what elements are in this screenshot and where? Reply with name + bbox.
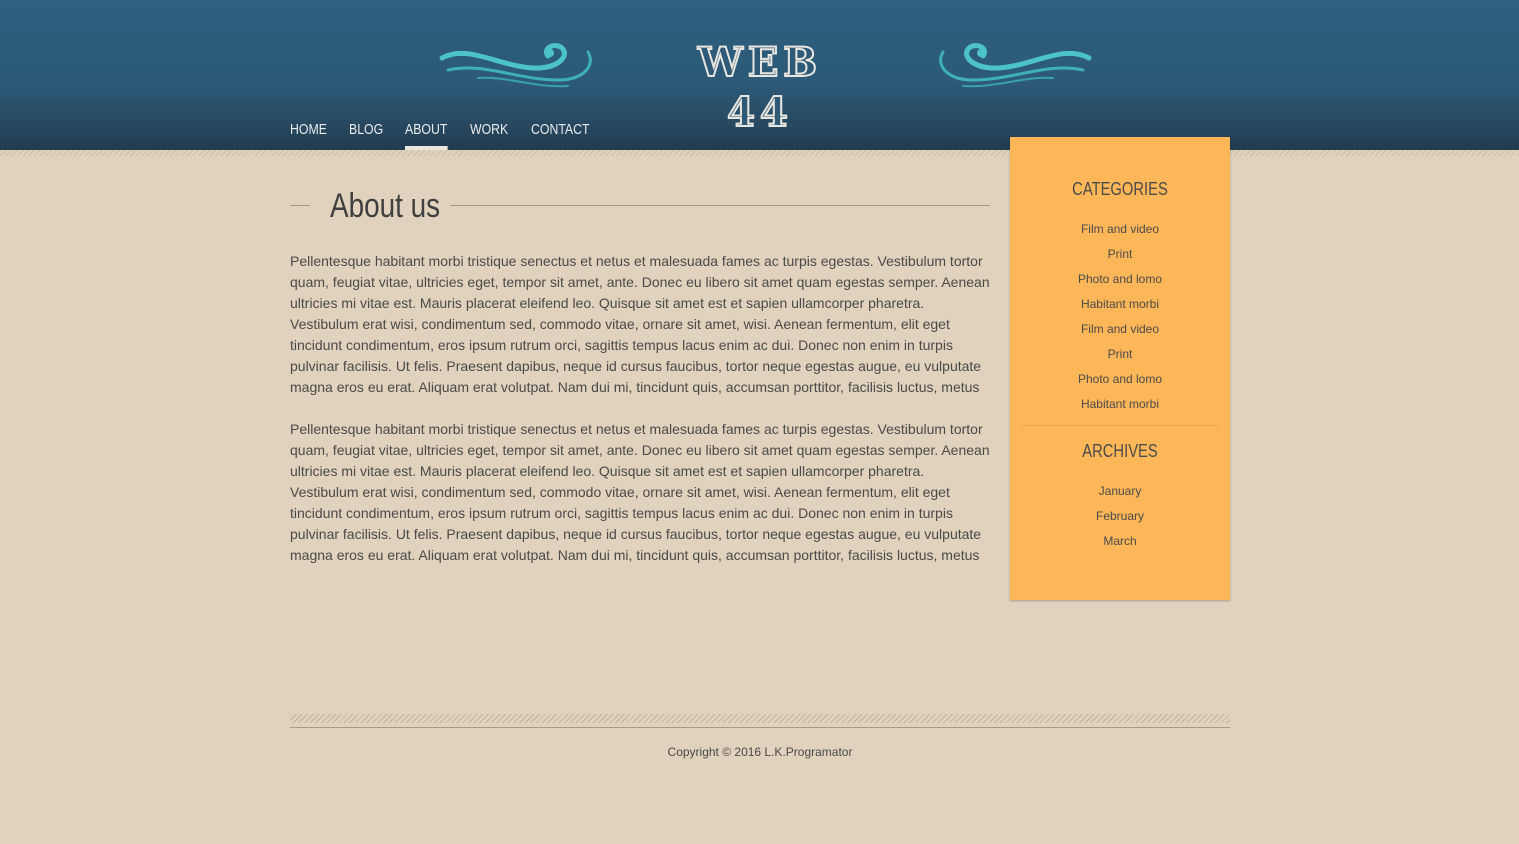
content-paragraph: Pellentesque habitant morbi tristique se… [290,253,990,395]
page-title: About us [330,187,441,225]
archive-item: February [1010,507,1230,532]
right-swirl-ornament-icon [939,43,1092,88]
nav-item-home[interactable]: HOME [290,118,327,150]
left-swirl-ornament-icon [439,43,592,88]
archive-link[interactable]: January [1099,484,1142,498]
category-link[interactable]: Film and video [1081,322,1159,336]
nav-item-contact[interactable]: CONTACT [531,118,590,150]
category-item: Photo and lomo [1010,370,1230,395]
nav-item-about[interactable]: ABOUT [404,118,447,150]
category-item: Habitant morbi [1010,395,1230,420]
archive-item: March [1010,532,1230,557]
footer-rule [290,727,1230,728]
category-link[interactable]: Habitant morbi [1081,297,1159,311]
category-link[interactable]: Print [1108,347,1133,361]
content-paragraph: Pellentesque habitant morbi tristique se… [290,421,990,563]
archive-link[interactable]: February [1096,509,1144,523]
site-logo[interactable]: WEB 44 [660,38,860,137]
footer-copyright: Copyright © 2016 L.K.Programator [667,745,853,759]
nav-item-blog[interactable]: BLOG [349,118,383,150]
archives-list: January February March [1010,482,1230,557]
site-header: WEB 44 HOME BLOG ABOUT WORK CONTACT [0,0,1519,150]
category-item: Photo and lomo [1010,270,1230,295]
sidebar-divider [1022,425,1218,426]
category-link[interactable]: Habitant morbi [1081,397,1159,411]
categories-title: CATEGORIES [1072,179,1168,199]
footer-stripe-divider [290,714,1230,723]
categories-list: Film and video Print Photo and lomo Habi… [1010,220,1230,420]
category-item: Film and video [1010,320,1230,345]
header-stripe-divider [0,150,1519,156]
category-link[interactable]: Film and video [1081,222,1159,236]
main-nav: HOME BLOG ABOUT WORK CONTACT [290,118,596,150]
nav-item-work[interactable]: WORK [470,118,508,150]
category-item: Print [1010,345,1230,370]
category-item: Habitant morbi [1010,295,1230,320]
category-link[interactable]: Photo and lomo [1078,372,1162,386]
category-item: Print [1010,245,1230,270]
category-link[interactable]: Photo and lomo [1078,272,1162,286]
archives-title: ARCHIVES [1082,441,1158,461]
main-content: Pellentesque habitant morbi tristique se… [290,251,992,587]
category-link[interactable]: Print [1108,247,1133,261]
archive-item: January [1010,482,1230,507]
sidebar: CATEGORIES Film and video Print Photo an… [1010,137,1230,600]
heading-rule-right [450,205,990,206]
page-heading: About us [290,183,990,229]
heading-rule-left [290,205,310,206]
archive-link[interactable]: March [1103,534,1136,548]
category-item: Film and video [1010,220,1230,245]
